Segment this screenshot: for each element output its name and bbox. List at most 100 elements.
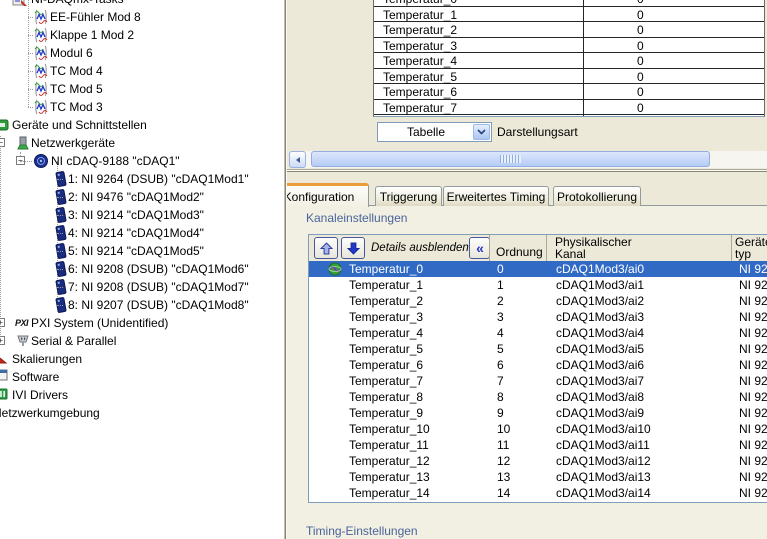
channel-order: 7 xyxy=(497,374,504,388)
value-row-value[interactable]: 0 xyxy=(637,0,644,6)
view-type-combo[interactable]: Tabelle xyxy=(377,122,492,142)
tab-erweitertes-timing[interactable]: Erweitertes Timing xyxy=(443,186,549,206)
tree-connector xyxy=(28,71,33,72)
channel-row[interactable]: Temperatur_6 6 cDAQ1Mod3/ai6 NI 921 xyxy=(309,357,767,373)
channel-row[interactable]: Temperatur_0 0 cDAQ1Mod3/ai0 NI 921 xyxy=(309,261,767,277)
channel-row[interactable]: Temperatur_8 8 cDAQ1Mod3/ai8 NI 921 xyxy=(309,389,767,405)
daqmx-tasks-icon xyxy=(12,0,28,7)
channel-order: 1 xyxy=(497,278,504,292)
value-row[interactable]: Temperatur_7 0 xyxy=(374,99,764,115)
channel-row[interactable]: Temperatur_12 12 cDAQ1Mod3/ai12 NI 921 xyxy=(309,453,767,469)
tree-item[interactable]: IVI Drivers xyxy=(0,386,284,404)
value-row[interactable]: Temperatur_5 0 xyxy=(374,68,764,84)
value-row-value[interactable]: 0 xyxy=(637,54,644,68)
channel-row[interactable]: Temperatur_4 4 cDAQ1Mod3/ai4 NI 921 xyxy=(309,325,767,341)
tree-connector xyxy=(28,89,33,90)
tab-triggerung[interactable]: Triggerung xyxy=(375,186,442,206)
tree-item-label: 2: NI 9476 "cDAQ1Mod2" xyxy=(68,190,204,204)
value-row[interactable]: Temperatur_1 0 xyxy=(374,6,764,22)
tree-item[interactable]: 8: NI 9207 (DSUB) "cDAQ1Mod8" xyxy=(0,296,284,314)
tree-item[interactable]: TC Mod 5 xyxy=(0,80,284,98)
tree-item[interactable]: 3: NI 9214 "cDAQ1Mod3" xyxy=(0,206,284,224)
tree-item[interactable]: Skalierungen xyxy=(0,350,284,368)
tree-item[interactable]: − NI cDAQ-9188 "cDAQ1" xyxy=(0,152,284,170)
tree-item[interactable]: Netzwerkumgebung xyxy=(0,404,284,422)
tree-item[interactable]: TC Mod 3 xyxy=(0,98,284,116)
expand-toggle[interactable]: + xyxy=(0,318,5,327)
physical-channel: cDAQ1Mod3/ai13 xyxy=(556,470,651,484)
channel-row[interactable]: Temperatur_7 7 cDAQ1Mod3/ai7 NI 921 xyxy=(309,373,767,389)
section-divider xyxy=(287,169,767,172)
tab-label: Protokollierung xyxy=(556,189,638,204)
value-row-value[interactable]: 0 xyxy=(637,85,644,99)
channel-row[interactable]: Temperatur_5 5 cDAQ1Mod3/ai5 NI 921 xyxy=(309,341,767,357)
tree-item-label: 3: NI 9214 "cDAQ1Mod3" xyxy=(68,208,204,222)
tree-item[interactable]: TC Mod 4 xyxy=(0,62,284,80)
tree-item-label: TC Mod 3 xyxy=(50,100,103,114)
value-row-value[interactable]: 0 xyxy=(637,70,644,84)
tree-item[interactable]: + PXI PXI System (Unidentified) xyxy=(0,314,284,332)
value-row[interactable]: Temperatur_6 0 xyxy=(374,84,764,100)
tree-item[interactable]: 5: NI 9214 "cDAQ1Mod5" xyxy=(0,242,284,260)
channel-name: Temperatur_9 xyxy=(349,406,424,420)
tree-item-label: Serial & Parallel xyxy=(31,334,117,348)
expand-toggle[interactable]: + xyxy=(0,336,5,345)
channel-name: Temperatur_13 xyxy=(349,470,430,484)
value-row[interactable]: Temperatur_4 0 xyxy=(374,53,764,69)
channel-name: Temperatur_0 xyxy=(349,262,424,276)
channel-row[interactable]: Temperatur_2 2 cDAQ1Mod3/ai2 NI 921 xyxy=(309,293,767,309)
tree-item[interactable]: 7: NI 9208 (DSUB) "cDAQ1Mod7" xyxy=(0,278,284,296)
combo-dropdown-button[interactable] xyxy=(473,124,490,140)
channel-row[interactable]: Temperatur_13 13 cDAQ1Mod3/ai13 NI 921 xyxy=(309,469,767,485)
tree-item[interactable]: 2: NI 9476 "cDAQ1Mod2" xyxy=(0,188,284,206)
column-header-order[interactable]: Ordnung xyxy=(496,246,543,258)
collapse-details-button[interactable]: « xyxy=(469,237,490,259)
channel-row[interactable]: Temperatur_9 9 cDAQ1Mod3/ai9 NI 921 xyxy=(309,405,767,421)
scroll-left-button[interactable] xyxy=(289,151,306,168)
tree-item[interactable]: Klappe 1 Mod 2 xyxy=(0,26,284,44)
tree-connector xyxy=(28,35,33,36)
device-type: NI 921 xyxy=(739,390,767,404)
column-header-device-type[interactable]: Geräte typ xyxy=(735,236,767,260)
value-row-value[interactable]: 0 xyxy=(637,8,644,22)
tree-item[interactable]: 6: NI 9208 (DSUB) "cDAQ1Mod6" xyxy=(0,260,284,278)
network-device-icon xyxy=(15,135,31,151)
value-row-value[interactable]: 0 xyxy=(637,23,644,37)
device-type: NI 921 xyxy=(739,294,767,308)
value-row-value[interactable]: 0 xyxy=(637,101,644,115)
channel-row[interactable]: Temperatur_11 11 cDAQ1Mod3/ai11 NI 921 xyxy=(309,437,767,453)
move-down-button[interactable] xyxy=(341,237,365,259)
hide-details-button[interactable]: Details ausblenden xyxy=(371,242,469,254)
tree-item[interactable]: − Netzwerkgeräte xyxy=(0,134,284,152)
value-row-name: Temperatur_3 xyxy=(383,38,458,53)
tree-item[interactable]: + Serial & Parallel xyxy=(0,332,284,350)
channel-name: Temperatur_1 xyxy=(349,278,424,292)
ni-max-window: { "colors": { "selection_blue": "#316AC5… xyxy=(0,0,767,539)
tree-item[interactable]: 4: NI 9214 "cDAQ1Mod4" xyxy=(0,224,284,242)
channel-name: Temperatur_10 xyxy=(349,422,430,436)
tree-item[interactable]: 1: NI 9264 (DSUB) "cDAQ1Mod1" xyxy=(0,170,284,188)
value-row-value[interactable]: 0 xyxy=(637,39,644,53)
tree-item[interactable]: Modul 6 xyxy=(0,44,284,62)
channel-row[interactable]: Temperatur_14 14 cDAQ1Mod3/ai14 NI 921 xyxy=(309,485,767,501)
channel-row[interactable]: Temperatur_3 3 cDAQ1Mod3/ai3 NI 921 xyxy=(309,309,767,325)
column-header-physical-channel[interactable]: Physikalischer Kanal xyxy=(555,236,647,260)
tree-item-label: Klappe 1 Mod 2 xyxy=(50,28,135,42)
tree-item[interactable]: EE-Fühler Mod 8 xyxy=(0,8,284,26)
value-row[interactable]: Temperatur_3 0 xyxy=(374,37,764,53)
channel-row[interactable]: Temperatur_1 1 cDAQ1Mod3/ai1 NI 921 xyxy=(309,277,767,293)
ivi-icon xyxy=(0,387,10,403)
right-panel: Temperatur_00Temperatur_10Temperatur_20T… xyxy=(287,0,767,539)
tab-protokollierung[interactable]: Protokollierung xyxy=(553,186,641,206)
tab-konfiguration[interactable]: Konfiguration xyxy=(287,183,369,207)
tree-item[interactable]: NI-DAQmx-Tasks xyxy=(0,0,284,8)
h-scrollbar-thumb[interactable] xyxy=(311,151,710,167)
tree-item[interactable]: Software xyxy=(0,368,284,386)
move-up-button[interactable] xyxy=(314,237,338,259)
header-separator xyxy=(546,235,547,261)
channel-row[interactable]: Temperatur_10 10 cDAQ1Mod3/ai10 NI 921 xyxy=(309,421,767,437)
collapse-toggle[interactable]: − xyxy=(0,138,5,147)
upper-value-table: Temperatur_00Temperatur_10Temperatur_20T… xyxy=(373,0,765,117)
value-row[interactable]: Temperatur_2 0 xyxy=(374,22,764,38)
tree-item[interactable]: Geräte und Schnittstellen xyxy=(0,116,284,134)
